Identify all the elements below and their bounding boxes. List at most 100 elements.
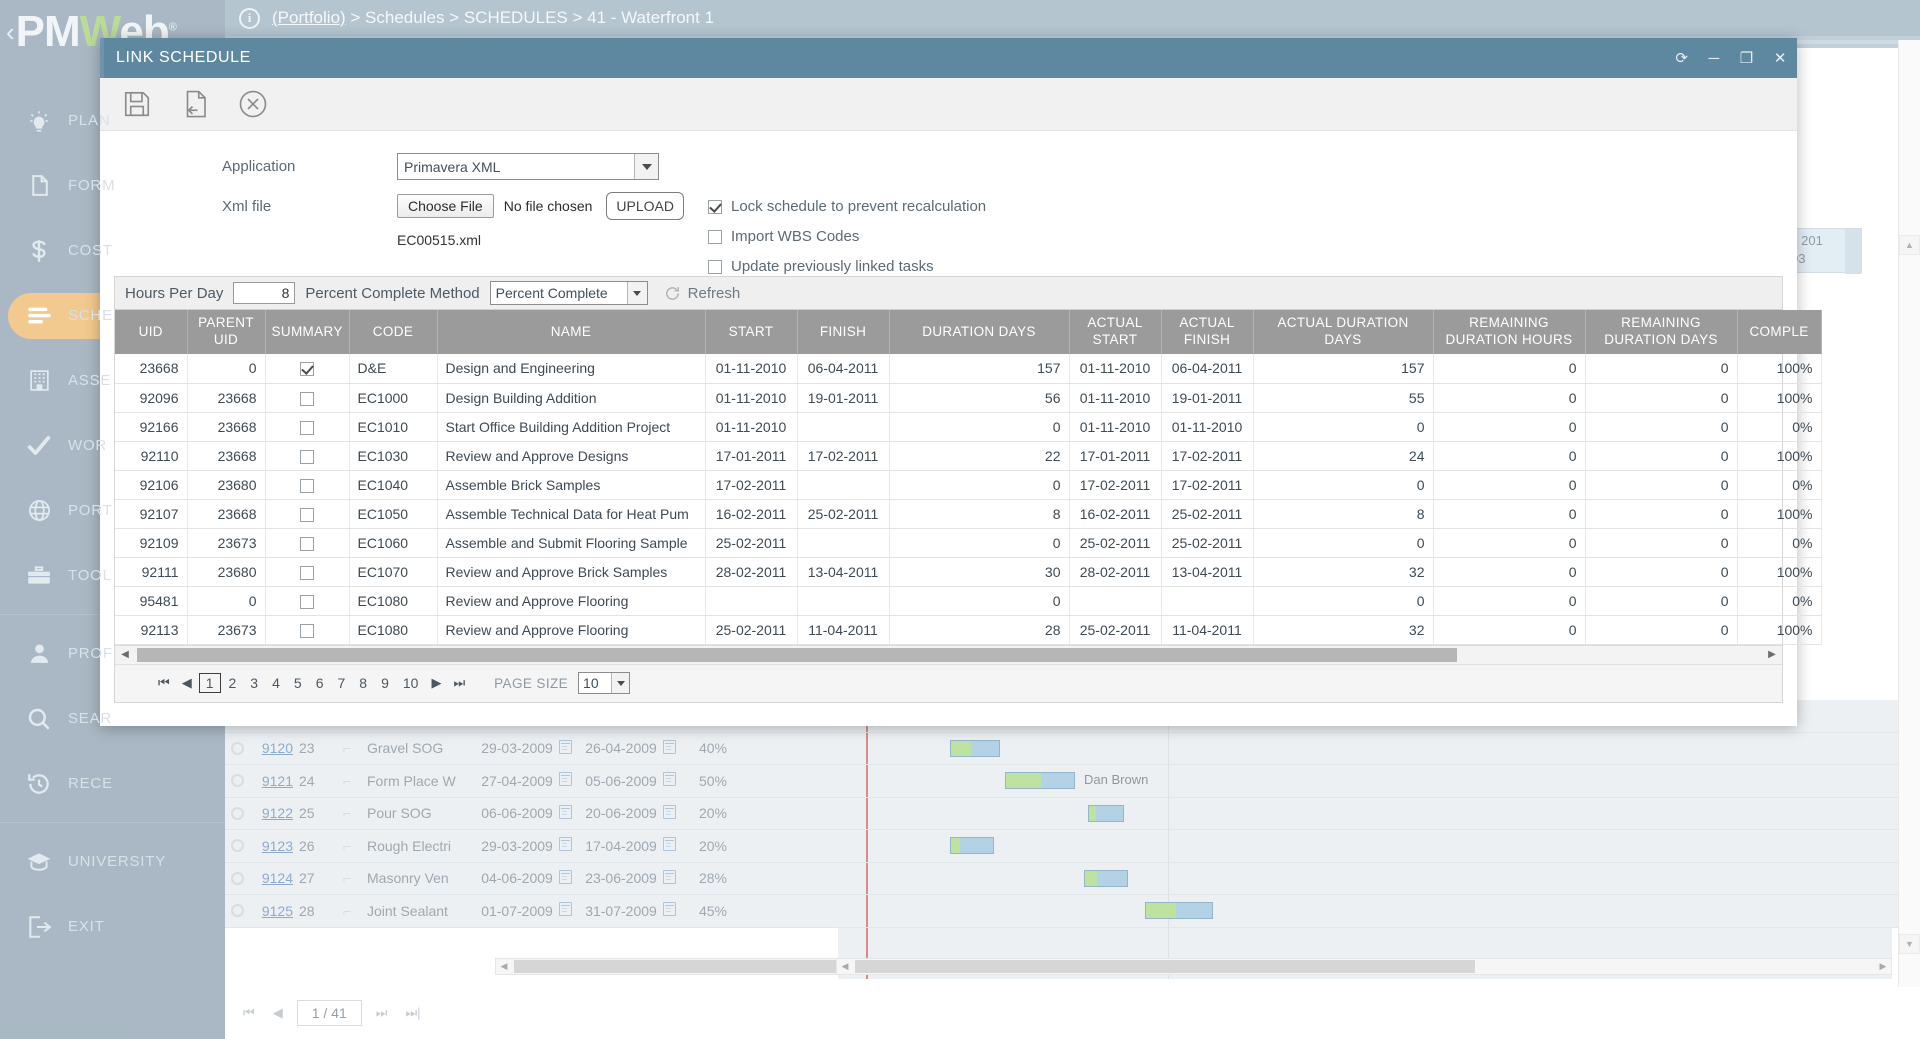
cell-summary[interactable] [265,499,349,528]
option-row-2[interactable]: Update previously linked tasks [708,258,986,275]
summary-checkbox[interactable] [300,624,314,638]
application-select[interactable]: Primavera XML [397,153,659,180]
column-header-actual-duration-days[interactable]: ACTUAL DURATION DAYS [1253,310,1433,354]
summary-checkbox[interactable] [300,508,314,522]
grid-hscrollbar[interactable]: ◀ ▶ [115,645,1782,664]
pager-page-10[interactable]: 10 [397,673,425,693]
pager-page-3[interactable]: 3 [244,673,264,693]
option-row-0[interactable]: Lock schedule to prevent recalculation [708,198,986,215]
grid-scroll-right-arrow[interactable]: ▶ [1762,646,1782,664]
pager-page-5[interactable]: 5 [288,673,308,693]
cell-code: EC1050 [349,499,437,528]
sidebar-item-label: FORM [68,177,115,194]
restore-icon[interactable]: ⟳ [1675,51,1688,66]
pager-page-2[interactable]: 2 [223,673,243,693]
chevron-down-icon[interactable] [627,282,647,304]
cell-complete: 0% [1737,470,1821,499]
table-row[interactable]: 236680D&EDesign and Engineering01-11-201… [115,354,1821,383]
table-row[interactable]: 954810EC1080Review and Approve Flooring0… [115,586,1821,615]
table-row[interactable]: 9210923673EC1060Assemble and Submit Floo… [115,528,1821,557]
cell-name: Review and Approve Brick Samples [437,557,705,586]
column-header-parent-uid[interactable]: PARENT UID [187,310,265,354]
cell-summary[interactable] [265,557,349,586]
pager-page-4[interactable]: 4 [266,673,286,693]
chevron-down-icon[interactable] [634,154,658,179]
summary-checkbox[interactable] [300,392,314,406]
pager-page-9[interactable]: 9 [375,673,395,693]
cell-summary[interactable] [265,615,349,644]
cell-actual-duration-days: 32 [1253,557,1433,586]
cell-summary[interactable] [265,586,349,615]
table-row[interactable]: 9211023668EC1030Review and Approve Desig… [115,441,1821,470]
summary-checkbox[interactable] [300,566,314,580]
upload-button[interactable]: UPLOAD [606,192,684,220]
grid-scroll-thumb[interactable] [137,648,1457,662]
cell-actual-start [1069,586,1161,615]
column-header-summary[interactable]: SUMMARY [265,310,349,354]
hours-per-day-input[interactable]: 8 [233,282,295,304]
globe-icon [10,498,68,523]
cell-code: EC1070 [349,557,437,586]
save-icon[interactable] [122,89,152,119]
pager-page-6[interactable]: 6 [310,673,330,693]
summary-checkbox[interactable] [300,362,314,376]
cell-uid: 23668 [115,354,187,383]
column-header-code[interactable]: CODE [349,310,437,354]
pager-page-8[interactable]: 8 [353,673,373,693]
table-row[interactable]: 9211123680EC1070Review and Approve Brick… [115,557,1821,586]
column-header-remaining-duration-hours[interactable]: REMAINING DURATION HOURS [1433,310,1585,354]
column-header-uid[interactable]: UID [115,310,187,354]
cell-parent-uid: 0 [187,586,265,615]
export-icon[interactable] [180,89,210,119]
chevron-down-icon[interactable] [611,673,629,693]
pager-page-7[interactable]: 7 [331,673,351,693]
column-header-duration-days[interactable]: DURATION DAYS [889,310,1069,354]
table-row[interactable]: 9211323673EC1080Review and Approve Floor… [115,615,1821,644]
cell-parent-uid: 23668 [187,441,265,470]
choose-file-button[interactable]: Choose File [397,194,494,218]
cell-actual-duration-days: 0 [1253,586,1433,615]
minimize-icon[interactable]: ─ [1709,51,1720,66]
percent-method-select[interactable]: Percent Complete [490,281,648,305]
option-row-1[interactable]: Import WBS Codes [708,228,986,245]
cell-complete: 100% [1737,557,1821,586]
cell-summary[interactable] [265,383,349,412]
close-icon[interactable]: ✕ [1774,51,1787,66]
summary-checkbox[interactable] [300,595,314,609]
table-row[interactable]: 9216623668EC1010Start Office Building Ad… [115,412,1821,441]
cell-summary[interactable] [265,354,349,383]
maximize-icon[interactable]: ❐ [1740,51,1754,66]
cell-summary[interactable] [265,441,349,470]
cancel-icon[interactable] [238,89,268,119]
table-row[interactable]: 9209623668EC1000Design Building Addition… [115,383,1821,412]
pager-next-button[interactable]: ▶ [426,675,446,691]
cell-actual-start: 01-11-2010 [1069,354,1161,383]
column-header-start[interactable]: START [705,310,797,354]
cell-name: Review and Approve Flooring [437,615,705,644]
checkbox[interactable] [708,260,722,274]
cell-summary[interactable] [265,470,349,499]
cell-summary[interactable] [265,528,349,557]
cell-summary[interactable] [265,412,349,441]
table-row[interactable]: 9210723668EC1050Assemble Technical Data … [115,499,1821,528]
column-header-actual-start[interactable]: ACTUAL START [1069,310,1161,354]
summary-checkbox[interactable] [300,450,314,464]
grid-scroll-left-arrow[interactable]: ◀ [115,646,135,664]
column-header-actual-finish[interactable]: ACTUAL FINISH [1161,310,1253,354]
cell-remaining-duration-hours: 0 [1433,499,1585,528]
pager-prev-button[interactable]: ◀ [177,675,197,691]
pager-last-button[interactable]: ⏭ [448,675,470,691]
summary-checkbox[interactable] [300,479,314,493]
checkbox[interactable] [708,200,722,214]
column-header-finish[interactable]: FINISH [797,310,889,354]
column-header-name[interactable]: NAME [437,310,705,354]
column-header-comple[interactable]: COMPLE [1737,310,1821,354]
pager-first-button[interactable]: ⏮ [153,675,175,691]
summary-checkbox[interactable] [300,421,314,435]
column-header-remaining-duration-days[interactable]: REMAINING DURATION DAYS [1585,310,1737,354]
pager-page-1[interactable]: 1 [199,673,221,693]
checkbox[interactable] [708,230,722,244]
summary-checkbox[interactable] [300,537,314,551]
table-row[interactable]: 9210623680EC1040Assemble Brick Samples17… [115,470,1821,499]
page-size-select[interactable]: 10 [578,672,630,694]
